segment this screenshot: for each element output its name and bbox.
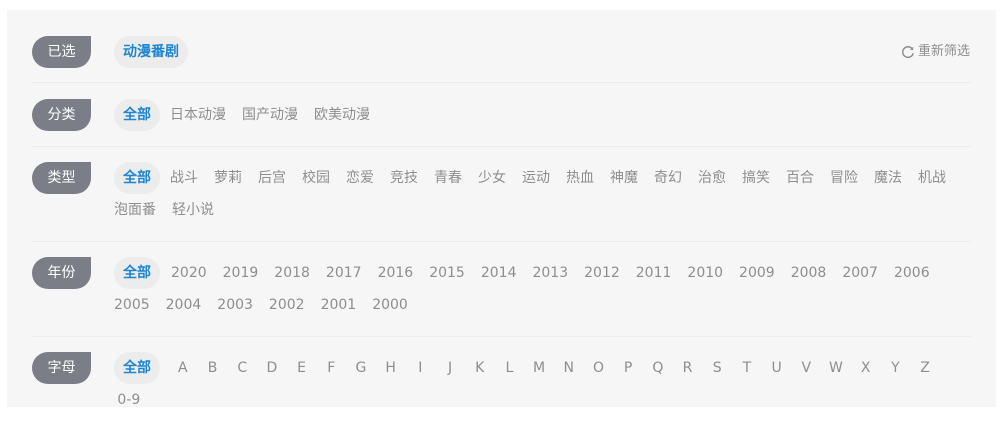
category-options: 全部 日本动漫 国产动漫 欧美动漫 bbox=[114, 99, 966, 131]
genre-option[interactable]: 运动 bbox=[522, 162, 550, 194]
year-option[interactable]: 2017 bbox=[326, 257, 362, 289]
year-option[interactable]: 2000 bbox=[372, 289, 408, 321]
genre-option[interactable]: 全部 bbox=[114, 162, 160, 194]
letter-option[interactable]: T bbox=[732, 352, 762, 384]
genre-options: 全部 战斗 萝莉 后宫 校园 恋爱 竞技 青春 少女 运动 热血 神魔 奇幻 治愈 搞笑 百合 冒险 魔法 机战泡面… bbox=[114, 162, 966, 226]
year-option[interactable]: 全部 bbox=[114, 257, 160, 289]
year-options: 全部 2020 2019 2018 2017 2016 2015 2014 2013 2012 20… bbox=[114, 257, 966, 321]
genre-option[interactable]: 少女 bbox=[478, 162, 506, 194]
letter-option[interactable]: R bbox=[673, 352, 703, 384]
genre-option[interactable]: 泡面番 bbox=[114, 194, 156, 226]
genre-option[interactable]: 恋爱 bbox=[346, 162, 374, 194]
letter-option[interactable]: S bbox=[702, 352, 732, 384]
letter-option[interactable]: 0-9 bbox=[114, 384, 144, 416]
year-option[interactable]: 2008 bbox=[791, 257, 827, 289]
year-option[interactable]: 2019 bbox=[223, 257, 259, 289]
letter-option[interactable]: V bbox=[791, 352, 821, 384]
genre-option[interactable]: 魔法 bbox=[874, 162, 902, 194]
letter-option[interactable]: U bbox=[762, 352, 792, 384]
letter-option[interactable]: H bbox=[376, 352, 406, 384]
letter-option[interactable]: F bbox=[316, 352, 346, 384]
letter-label: 字母 bbox=[32, 352, 91, 384]
year-option[interactable]: 2015 bbox=[429, 257, 465, 289]
letter-option[interactable]: C bbox=[227, 352, 257, 384]
letter-option[interactable]: G bbox=[346, 352, 376, 384]
category-option[interactable]: 欧美动漫 bbox=[314, 99, 370, 131]
category-option[interactable]: 全部 bbox=[114, 99, 160, 131]
letter-option[interactable]: I bbox=[406, 352, 436, 384]
genre-option[interactable]: 竞技 bbox=[390, 162, 418, 194]
genre-option[interactable]: 青春 bbox=[434, 162, 462, 194]
letter-option[interactable]: X bbox=[851, 352, 881, 384]
letter-options: 全部 A B C D E F G H I J K L M N O P Q R S T U V W X Y Z 0-9 bbox=[114, 352, 966, 416]
divider bbox=[32, 146, 971, 147]
year-option[interactable]: 2006 bbox=[894, 257, 930, 289]
letter-option[interactable]: Z bbox=[910, 352, 940, 384]
letter-option[interactable]: L bbox=[495, 352, 525, 384]
genre-option[interactable]: 百合 bbox=[786, 162, 814, 194]
letter-option[interactable]: O bbox=[584, 352, 614, 384]
filter-panel: 已选 动漫番剧 重新筛选 分类 全部 日本动漫 国产动漫 欧美动漫 类型 全部 战斗 萝莉… bbox=[7, 10, 996, 408]
divider bbox=[32, 82, 971, 83]
genre-option[interactable]: 冒险 bbox=[830, 162, 858, 194]
letter-option[interactable]: Y bbox=[881, 352, 911, 384]
year-option[interactable]: 2020 bbox=[171, 257, 207, 289]
genre-option[interactable]: 治愈 bbox=[698, 162, 726, 194]
divider bbox=[32, 241, 971, 242]
year-option[interactable]: 2007 bbox=[842, 257, 878, 289]
selected-tags: 动漫番剧 bbox=[114, 36, 966, 68]
category-option[interactable]: 国产动漫 bbox=[242, 99, 298, 131]
reset-filter-label: 重新筛选 bbox=[917, 44, 970, 59]
year-option[interactable]: 2011 bbox=[636, 257, 672, 289]
genre-option[interactable]: 机战 bbox=[918, 162, 946, 194]
year-option[interactable]: 2012 bbox=[584, 257, 620, 289]
year-label: 年份 bbox=[32, 257, 91, 289]
category-label: 分类 bbox=[32, 99, 91, 131]
genre-option[interactable]: 搞笑 bbox=[742, 162, 770, 194]
letter-option[interactable]: A bbox=[168, 352, 198, 384]
year-option[interactable]: 2010 bbox=[687, 257, 723, 289]
year-option[interactable]: 2001 bbox=[321, 289, 357, 321]
letter-option[interactable]: E bbox=[287, 352, 317, 384]
genre-option[interactable]: 后宫 bbox=[258, 162, 286, 194]
genre-option[interactable]: 神魔 bbox=[610, 162, 638, 194]
divider bbox=[32, 336, 971, 337]
year-option[interactable]: 2016 bbox=[378, 257, 414, 289]
genre-option[interactable]: 奇幻 bbox=[654, 162, 682, 194]
year-option[interactable]: 2018 bbox=[274, 257, 310, 289]
genre-option[interactable]: 轻小说 bbox=[172, 194, 214, 226]
letter-option[interactable]: K bbox=[465, 352, 495, 384]
category-option[interactable]: 日本动漫 bbox=[170, 99, 226, 131]
letter-option[interactable]: B bbox=[198, 352, 228, 384]
letter-option[interactable]: W bbox=[821, 352, 851, 384]
letter-option[interactable]: N bbox=[554, 352, 584, 384]
year-option[interactable]: 2003 bbox=[217, 289, 253, 321]
year-option[interactable]: 2009 bbox=[739, 257, 775, 289]
letter-option[interactable]: J bbox=[435, 352, 465, 384]
letter-option[interactable]: D bbox=[257, 352, 287, 384]
genre-option[interactable]: 热血 bbox=[566, 162, 594, 194]
letter-option[interactable]: Q bbox=[643, 352, 673, 384]
genre-option[interactable]: 战斗 bbox=[170, 162, 198, 194]
letter-option[interactable]: 全部 bbox=[114, 352, 160, 384]
year-option[interactable]: 2004 bbox=[166, 289, 202, 321]
selected-tag[interactable]: 动漫番剧 bbox=[114, 36, 188, 68]
refresh-icon bbox=[902, 46, 914, 59]
genre-label: 类型 bbox=[32, 162, 91, 194]
selected-label: 已选 bbox=[32, 36, 91, 68]
year-option[interactable]: 2005 bbox=[114, 289, 150, 321]
reset-filter-button[interactable]: 重新筛选 bbox=[901, 36, 970, 68]
genre-option[interactable]: 校园 bbox=[302, 162, 330, 194]
year-option[interactable]: 2002 bbox=[269, 289, 305, 321]
year-option[interactable]: 2014 bbox=[481, 257, 517, 289]
genre-option[interactable]: 萝莉 bbox=[214, 162, 242, 194]
letter-option[interactable]: M bbox=[524, 352, 554, 384]
year-option[interactable]: 2013 bbox=[532, 257, 568, 289]
letter-option[interactable]: P bbox=[613, 352, 643, 384]
